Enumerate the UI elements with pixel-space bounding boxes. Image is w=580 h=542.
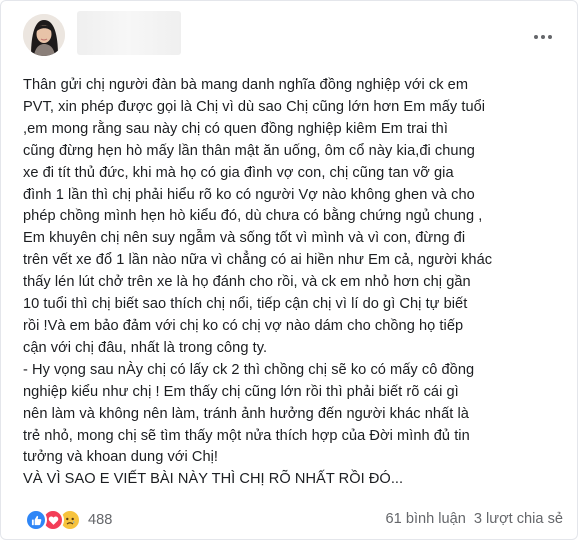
like-reaction-icon: [25, 509, 47, 531]
post-body-text: Thân gửi chị người đàn bà mang danh nghĩ…: [23, 77, 493, 488]
post-footer: 488 61 bình luận 3 lượt chia sẻ: [1, 509, 577, 533]
shares-count-link[interactable]: 3 lượt chia sẻ: [474, 511, 563, 527]
post-stats: 61 bình luận 3 lượt chia sẻ: [386, 511, 563, 527]
more-horizontal-icon: [533, 35, 554, 39]
post-header: [1, 1, 577, 71]
profile-photo: [23, 14, 65, 56]
reaction-count: 488: [88, 512, 113, 528]
author-name-blurred: [77, 11, 181, 55]
reactions-summary[interactable]: 488: [25, 509, 112, 531]
comments-count-link[interactable]: 61 bình luận: [386, 511, 466, 527]
more-options-button[interactable]: [528, 25, 558, 49]
post-card: Thân gửi chị người đàn bà mang danh nghĩ…: [0, 0, 578, 540]
avatar[interactable]: [23, 14, 65, 56]
